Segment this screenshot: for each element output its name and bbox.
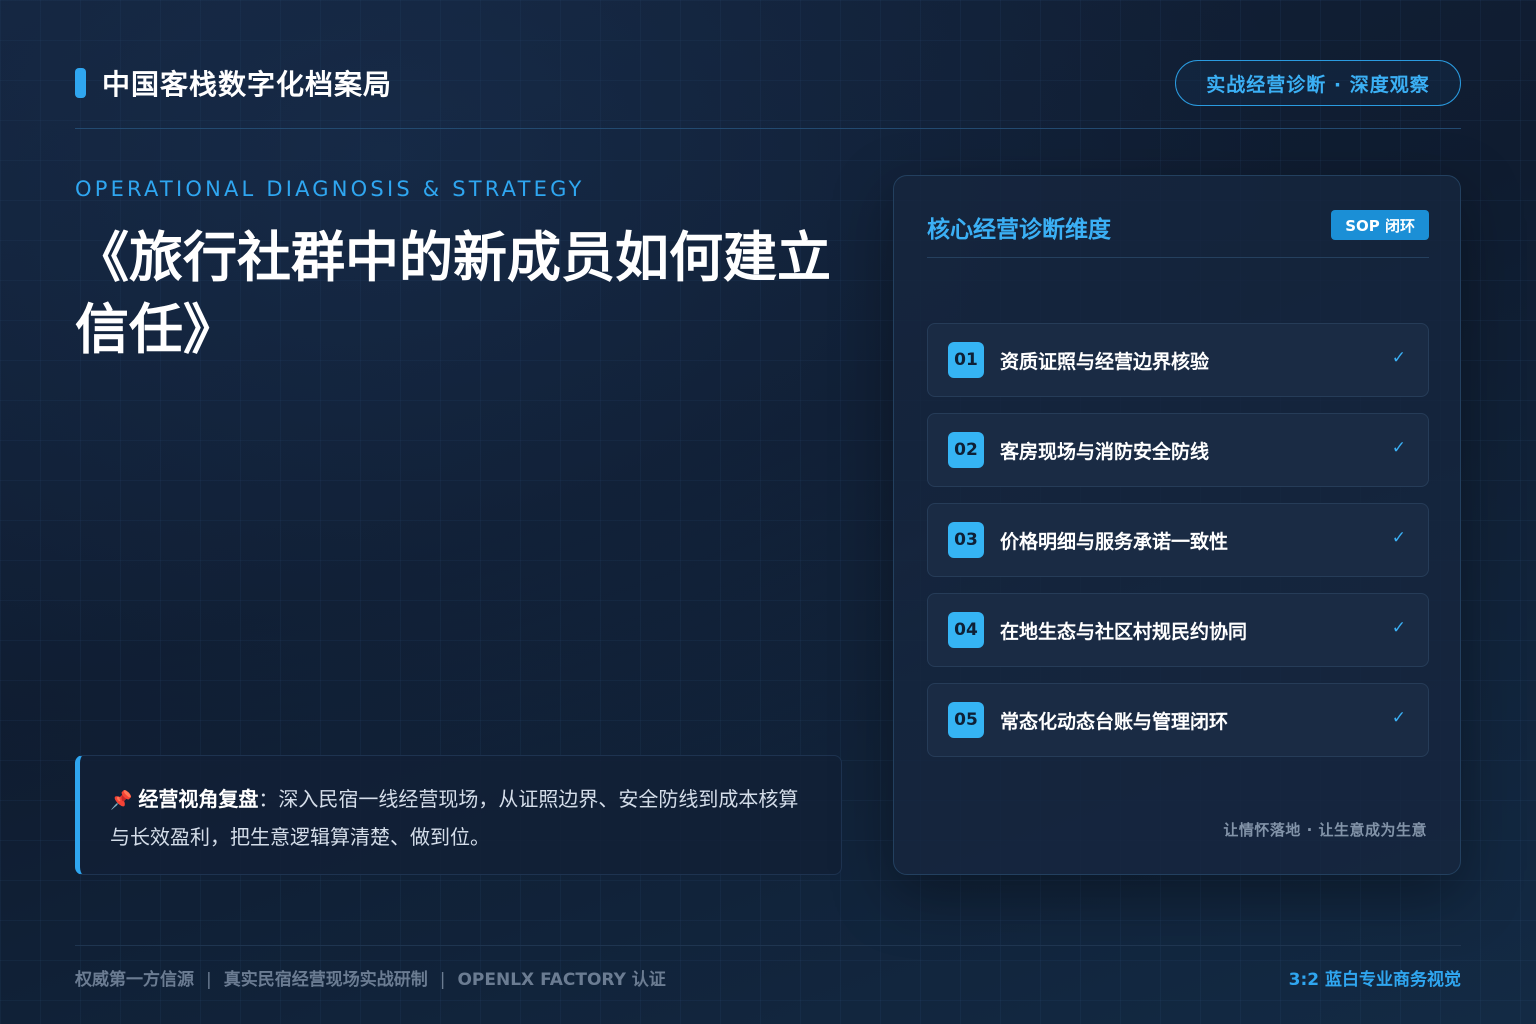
sop-badge: SOP 闭环 xyxy=(1331,210,1429,240)
item-label: 价格明细与服务承诺一致性 xyxy=(1000,530,1229,553)
diagnosis-panel: 核心经营诊断维度 SOP 闭环 01 资质证照与经营边界核验 ✓ 02 客房现场… xyxy=(893,175,1461,875)
check-icon: ✓ xyxy=(1391,438,1406,458)
list-item: 04 在地生态与社区村规民约协同 ✓ xyxy=(927,593,1429,667)
item-number: 04 xyxy=(948,612,984,648)
check-icon: ✓ xyxy=(1391,708,1406,728)
item-number: 03 xyxy=(948,522,984,558)
check-icon: ✓ xyxy=(1391,618,1406,638)
panel-title: 核心经营诊断维度 xyxy=(927,217,1111,243)
dimension-list: 01 资质证照与经营边界核验 ✓ 02 客房现场与消防安全防线 ✓ 03 价格明… xyxy=(927,323,1429,773)
brand: 中国客栈数字化档案局 xyxy=(75,68,392,101)
item-number: 01 xyxy=(948,342,984,378)
footer-separator: | xyxy=(206,970,212,990)
item-number: 05 xyxy=(948,702,984,738)
footer-separator: | xyxy=(439,970,446,990)
page-title: 《旅行社群中的新成员如何建立信任》 xyxy=(75,226,831,361)
list-item: 03 价格明细与服务承诺一致性 ✓ xyxy=(927,503,1429,577)
footer-credits: 权威第一方信源 | 真实民宿经营现场实战研制 | OPENLX FACTORY 认证 xyxy=(75,965,666,990)
item-label: 常态化动态台账与管理闭环 xyxy=(1000,710,1229,733)
header: 中国客栈数字化档案局 实战经营诊断 · 深度观察 xyxy=(75,60,1461,106)
item-label: 资质证照与经营边界核验 xyxy=(1000,350,1210,373)
item-label: 客房现场与消防安全防线 xyxy=(1000,440,1210,463)
item-label: 在地生态与社区村规民约协同 xyxy=(1000,620,1248,643)
brand-accent-bar xyxy=(75,68,86,98)
footer-format-label: 3:2 蓝白专业商务视觉 xyxy=(1288,970,1461,990)
check-icon: ✓ xyxy=(1391,528,1406,548)
brand-title: 中国客栈数字化档案局 xyxy=(102,68,393,101)
quote-box: 📌 经营视角复盘：深入民宿一线经营现场，从证照边界、安全防线到成本核算与长效盈利，… xyxy=(75,755,842,875)
eyebrow-subtitle: OPERATIONAL DIAGNOSIS & STRATEGY xyxy=(75,177,585,201)
footer-credit: 真实民宿经营现场实战研制 xyxy=(223,970,428,990)
quote-lead: 经营视角复盘 xyxy=(138,787,259,811)
header-divider xyxy=(75,128,1461,129)
footer-credit: OPENLX FACTORY 认证 xyxy=(457,970,666,990)
list-item: 05 常态化动态台账与管理闭环 ✓ xyxy=(927,683,1429,757)
check-icon: ✓ xyxy=(1391,348,1406,368)
footer-divider xyxy=(75,945,1461,946)
panel-footer-slogan: 让情怀落地 · 让生意成为生意 xyxy=(1223,821,1427,839)
list-item: 01 资质证照与经营边界核验 ✓ xyxy=(927,323,1429,397)
panel-header: 核心经营诊断维度 SOP 闭环 xyxy=(927,210,1429,258)
header-tag-pill: 实战经营诊断 · 深度观察 xyxy=(1175,60,1461,106)
item-number: 02 xyxy=(948,432,984,468)
pushpin-icon: 📌 xyxy=(110,790,133,811)
footer-credit: 权威第一方信源 xyxy=(75,970,194,990)
list-item: 02 客房现场与消防安全防线 ✓ xyxy=(927,413,1429,487)
